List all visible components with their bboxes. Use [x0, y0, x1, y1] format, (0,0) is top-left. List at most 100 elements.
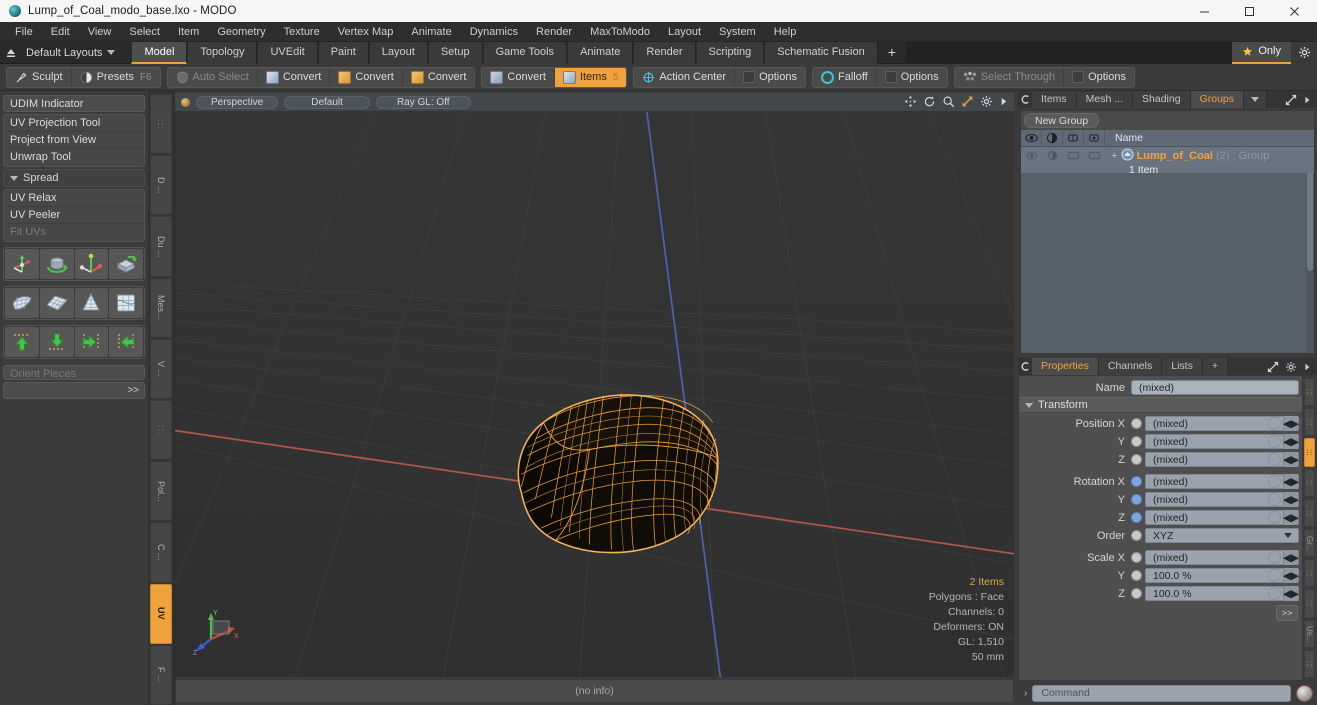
tab-items[interactable]: Items	[1032, 91, 1077, 108]
scale-x-input[interactable]: (mixed) ◀▶	[1145, 550, 1299, 565]
tab-animate[interactable]: Animate	[567, 41, 634, 64]
uv-relax-button[interactable]: UV Relax	[4, 190, 144, 207]
order-dropdown[interactable]: XYZ	[1145, 528, 1299, 543]
convert-edge-button[interactable]: Convert	[330, 67, 403, 87]
scale-y-channel-radio[interactable]	[1131, 570, 1142, 581]
sculpt-button[interactable]: Sculpt	[7, 67, 72, 87]
left-panel-more-button[interactable]: >>	[3, 382, 145, 399]
props-vtab-0[interactable]: :::	[1304, 378, 1315, 407]
auto-select-button[interactable]: Auto Select	[168, 67, 258, 87]
rotation-z-spinner[interactable]: ◀▶	[1283, 510, 1299, 525]
uv-projection-tool-button[interactable]: UV Projection Tool	[4, 115, 144, 132]
rotation-z-reset-icon[interactable]	[1268, 511, 1281, 524]
props-vtab-1[interactable]: :::	[1304, 408, 1315, 437]
rotation-y-channel-radio[interactable]	[1131, 494, 1142, 505]
rotation-x-reset-icon[interactable]	[1268, 475, 1281, 488]
falloff-options-button[interactable]: Options	[877, 68, 947, 87]
menu-item-help[interactable]: Help	[765, 22, 806, 42]
props-vtab-groups[interactable]: Gr...	[1304, 529, 1315, 558]
order-dropdown-arrow[interactable]	[1284, 533, 1298, 538]
tab-render[interactable]: Render	[633, 41, 696, 64]
position-x-channel-radio[interactable]	[1131, 418, 1142, 429]
rotation-z-input[interactable]: (mixed) ◀▶	[1145, 510, 1299, 525]
left-vtab-polygon[interactable]: Pol...	[150, 461, 172, 522]
groups-tree-body[interactable]: + Lump_of_Coal (2) : Group 1 Item	[1021, 147, 1314, 353]
viewport-menu-icon[interactable]	[181, 97, 190, 107]
command-input[interactable]: Command	[1032, 684, 1291, 702]
project-from-view-button[interactable]: Project from View	[4, 132, 144, 149]
rotation-y-reset-icon[interactable]	[1268, 493, 1281, 506]
props-vtab-9[interactable]: :::	[1304, 649, 1315, 679]
only-toggle[interactable]: Only	[1232, 41, 1291, 64]
unwrap-tool-button[interactable]: Unwrap Tool	[4, 149, 144, 166]
tab-paint[interactable]: Paint	[317, 41, 369, 64]
udim-indicator-button[interactable]: UDIM Indicator	[3, 95, 145, 112]
tab-setup[interactable]: Setup	[427, 41, 483, 64]
rotation-y-spinner[interactable]: ◀▶	[1283, 492, 1299, 507]
props-vtab-4[interactable]: :::	[1304, 498, 1315, 528]
left-vtab-0[interactable]: :::	[150, 94, 172, 155]
menu-item-select[interactable]: Select	[120, 22, 169, 42]
position-z-spinner[interactable]: ◀▶	[1283, 452, 1299, 467]
rotation-z-channel-radio[interactable]	[1131, 512, 1142, 523]
position-y-channel-radio[interactable]	[1131, 436, 1142, 447]
align-up-icon-button[interactable]	[5, 327, 39, 357]
select-through-options-button[interactable]: Options	[1064, 68, 1134, 87]
scale-y-reset-icon[interactable]	[1268, 569, 1281, 582]
uv-patch-icon-button[interactable]	[109, 288, 143, 318]
props-vtab-users[interactable]: Us...	[1304, 619, 1315, 648]
rotation-x-spinner[interactable]: ◀▶	[1283, 474, 1299, 489]
props-vtab-active[interactable]: :::	[1304, 438, 1315, 467]
row-lock-icon[interactable]	[1084, 147, 1105, 164]
convert-polygon-button[interactable]: Convert	[403, 68, 475, 87]
properties-more-button[interactable]: >>	[1276, 605, 1298, 621]
move-tool-icon-button[interactable]	[5, 249, 39, 279]
scale-z-spinner[interactable]: ◀▶	[1283, 586, 1299, 601]
name-input[interactable]: (mixed)	[1131, 380, 1299, 395]
props-vtab-7[interactable]: :::	[1304, 589, 1315, 618]
menu-item-dynamics[interactable]: Dynamics	[461, 22, 527, 42]
preferences-gear-icon[interactable]	[1291, 41, 1317, 64]
menu-item-animate[interactable]: Animate	[402, 22, 460, 42]
close-button[interactable]	[1272, 0, 1317, 22]
tab-game-tools[interactable]: Game Tools	[482, 41, 568, 64]
groups-tree-scrollbar[interactable]	[1306, 147, 1314, 353]
scale-z-input[interactable]: 100.0 % ◀▶	[1145, 586, 1299, 601]
left-vtab-mesh[interactable]: Mes...	[150, 277, 172, 338]
scale-x-spinner[interactable]: ◀▶	[1283, 550, 1299, 565]
panel-corner-icon[interactable]	[1018, 91, 1032, 108]
lock-toggle-icon[interactable]	[1084, 129, 1105, 147]
action-center-button[interactable]: Action Center	[634, 67, 736, 87]
rotation-x-channel-radio[interactable]	[1131, 476, 1142, 487]
command-history-button[interactable]	[1296, 684, 1313, 702]
position-x-reset-icon[interactable]	[1268, 417, 1281, 430]
position-z-channel-radio[interactable]	[1131, 454, 1142, 465]
presets-button[interactable]: Presets F6	[72, 68, 160, 87]
position-z-reset-icon[interactable]	[1268, 453, 1281, 466]
left-vtab-vertex[interactable]: V ...	[150, 338, 172, 400]
row-visibility-icon[interactable]	[1021, 147, 1042, 164]
tab-groups[interactable]: Groups	[1190, 91, 1245, 108]
rotation-x-input[interactable]: (mixed) ◀▶	[1145, 474, 1299, 489]
wireframe-toggle-icon[interactable]	[1063, 129, 1084, 147]
convert-items-button[interactable]: Convert	[482, 67, 555, 87]
menu-item-render[interactable]: Render	[527, 22, 581, 42]
scale-x-reset-icon[interactable]	[1268, 551, 1281, 564]
tab-scripting[interactable]: Scripting	[695, 41, 765, 64]
scale-x-channel-radio[interactable]	[1131, 552, 1142, 563]
left-vtab-deform[interactable]: D ...	[150, 155, 172, 216]
uv-shell-icon-button[interactable]	[5, 288, 39, 318]
order-channel-radio[interactable]	[1131, 530, 1142, 541]
fit-uvs-button[interactable]: Fit UVs	[4, 224, 144, 241]
spread-section-header[interactable]: Spread	[3, 169, 145, 187]
tab-overflow-dropdown[interactable]	[1244, 91, 1268, 108]
left-vtab-curve[interactable]: C ...	[150, 522, 172, 583]
uv-peeler-button[interactable]: UV Peeler	[4, 207, 144, 224]
rotate-tool-icon-button[interactable]	[39, 249, 74, 279]
row-render-icon[interactable]	[1042, 147, 1063, 164]
transform-section-header[interactable]: Transform	[1019, 397, 1302, 413]
left-vtab-5[interactable]: :::	[150, 400, 172, 461]
tab-topology[interactable]: Topology	[187, 41, 258, 64]
menu-item-maxtomodo[interactable]: MaxToModo	[581, 22, 659, 42]
menu-item-item[interactable]: Item	[169, 22, 208, 42]
